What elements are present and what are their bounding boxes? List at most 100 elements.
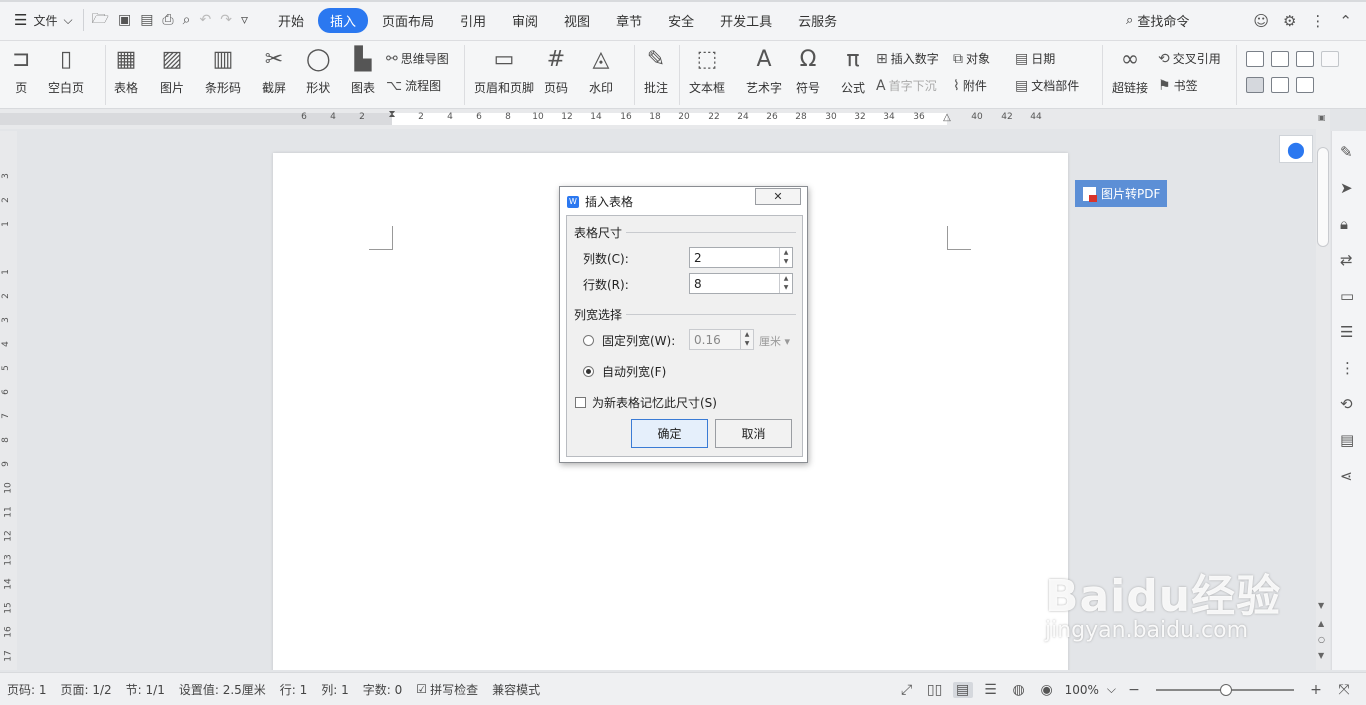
- archive-icon[interactable]: ▭: [1340, 287, 1354, 305]
- print-icon[interactable]: ⎙: [162, 12, 173, 28]
- zoom-slider[interactable]: [1156, 683, 1294, 696]
- flowchart-button[interactable]: ⌥ 流程图: [386, 77, 441, 94]
- scroll-down-icon[interactable]: ▼: [1318, 601, 1324, 610]
- header-footer-button[interactable]: ▭ 页眉和页脚: [474, 47, 534, 96]
- cursor-icon[interactable]: ➤: [1340, 179, 1353, 197]
- tab-view[interactable]: 视图: [552, 8, 602, 33]
- status-pages[interactable]: 页面: 1/2: [61, 681, 112, 698]
- vertical-scrollbar[interactable]: ▣ ▼ ▲ ○ ▼: [1316, 109, 1330, 670]
- screenshot-button[interactable]: ✂ 截屏: [262, 47, 286, 96]
- date-button[interactable]: ▤ 日期: [1015, 50, 1055, 67]
- page-number-button[interactable]: # 页码: [544, 47, 568, 96]
- undo-icon[interactable]: ↶: [199, 12, 211, 28]
- chart-button[interactable]: ▙ 图表: [351, 47, 375, 96]
- collapse-ribbon-icon[interactable]: ⌃: [1339, 12, 1352, 30]
- barcode-button[interactable]: ▥ 条形码: [205, 47, 241, 96]
- tab-chapter[interactable]: 章节: [604, 8, 654, 33]
- spell-check-button[interactable]: ☑ 拼写检查: [416, 681, 478, 698]
- tab-home[interactable]: 开始: [266, 8, 316, 33]
- web-view-icon[interactable]: ◍: [1009, 682, 1029, 698]
- tab-security[interactable]: 安全: [656, 8, 706, 33]
- scrollbar-thumb[interactable]: [1317, 147, 1329, 247]
- columns-value[interactable]: 2: [694, 251, 702, 265]
- date-field-icon[interactable]: [1296, 77, 1314, 93]
- stepper-up-icon[interactable]: ▲: [741, 330, 753, 339]
- watermark-button[interactable]: ◬ 水印: [589, 47, 613, 96]
- zoom-in-icon[interactable]: +: [1306, 682, 1326, 698]
- checkbox-field-icon[interactable]: [1271, 51, 1289, 67]
- image-field-icon[interactable]: [1271, 77, 1289, 93]
- more-icon[interactable]: ⋮: [1310, 12, 1325, 30]
- status-setting[interactable]: 设置值: 2.5厘米: [179, 681, 266, 698]
- eye-protection-icon[interactable]: ◉: [1037, 682, 1057, 698]
- outline-icon[interactable]: ☰: [1340, 323, 1353, 341]
- right-indent-marker-icon[interactable]: △: [943, 112, 951, 123]
- doc-parts-button[interactable]: ▤ 文档部件: [1015, 77, 1079, 94]
- select-browse-icon[interactable]: ○: [1318, 635, 1325, 644]
- vertical-ruler[interactable]: 3 2 1 1 2 3 4 5 6 7 8 9 10 11 12 13 14 1…: [0, 131, 17, 670]
- feedback-icon[interactable]: ☺: [1253, 12, 1269, 30]
- page-dropdown-button[interactable]: ⊐ 页: [12, 47, 30, 96]
- comment-button[interactable]: ✎ 批注: [644, 47, 668, 96]
- horizontal-ruler[interactable]: ⌐ 6 4 2 ⧗ 2 4 6 8 10 12 14 16 18 20 22 2…: [0, 109, 1316, 129]
- cancel-button[interactable]: 取消: [715, 419, 792, 448]
- shape-button[interactable]: ◯ 形状: [306, 47, 331, 96]
- formula-button[interactable]: π 公式: [841, 47, 865, 96]
- export-pdf-icon[interactable]: ▤: [140, 12, 153, 28]
- compat-mode-label[interactable]: 兼容模式: [492, 681, 540, 698]
- insert-picture-button[interactable]: ▨ 图片: [160, 47, 184, 96]
- tab-cloud[interactable]: 云服务: [786, 8, 849, 33]
- stepper-up-icon[interactable]: ▲: [780, 248, 792, 257]
- reading-view-icon[interactable]: ▯▯: [925, 682, 945, 698]
- fixed-width-radio[interactable]: 固定列宽(W):: [583, 332, 675, 349]
- tab-insert[interactable]: 插入: [317, 7, 368, 33]
- history-icon[interactable]: ⟲: [1340, 395, 1353, 413]
- status-section[interactable]: 节: 1/1: [126, 681, 165, 698]
- fullscreen-icon[interactable]: ⤢: [897, 682, 917, 698]
- stepper-down-icon[interactable]: ▼: [780, 283, 792, 292]
- gear-icon[interactable]: ⚙: [1283, 12, 1296, 30]
- status-col[interactable]: 列: 1: [321, 681, 349, 698]
- stepper-up-icon[interactable]: ▲: [780, 274, 792, 283]
- lock-icon[interactable]: 🔒︎: [1340, 215, 1348, 233]
- zoom-out-icon[interactable]: −: [1124, 682, 1144, 698]
- zoom-slider-knob[interactable]: [1220, 683, 1232, 696]
- status-word-count[interactable]: 字数: 0: [363, 681, 403, 698]
- cross-reference-button[interactable]: ⟲ 交叉引用: [1158, 50, 1221, 67]
- auto-width-radio[interactable]: 自动列宽(F): [583, 363, 666, 380]
- fixed-width-value[interactable]: 0.16: [694, 333, 721, 347]
- stepper-down-icon[interactable]: ▼: [741, 339, 753, 348]
- tab-review[interactable]: 审阅: [500, 8, 550, 33]
- scroll-up-icon[interactable]: ▣: [1318, 113, 1326, 122]
- outline-view-icon[interactable]: ☰: [981, 682, 1001, 698]
- list-field-icon[interactable]: [1296, 51, 1314, 67]
- prev-page-icon[interactable]: ▲: [1318, 619, 1324, 628]
- file-menu-button[interactable]: ☰ 文件 ⌵: [0, 0, 83, 40]
- insert-table-button[interactable]: ▦ 表格: [114, 47, 138, 96]
- rows-stepper[interactable]: 8 ▲ ▼: [689, 273, 793, 294]
- chevron-down-icon[interactable]: ⌵: [1107, 682, 1116, 697]
- rows-value[interactable]: 8: [694, 277, 702, 291]
- zoom-level[interactable]: 100%: [1065, 683, 1099, 697]
- wordart-button[interactable]: A 艺术字: [746, 47, 782, 96]
- tab-page-layout[interactable]: 页面布局: [370, 8, 446, 33]
- page-view-icon[interactable]: ▤: [952, 681, 973, 698]
- fixed-width-stepper[interactable]: 0.16 ▲ ▼: [689, 329, 754, 350]
- blank-page-button[interactable]: ▯ 空白页: [48, 47, 84, 96]
- print-preview-icon[interactable]: ⌕: [183, 12, 191, 28]
- object-button[interactable]: ⧉ 对象: [953, 50, 990, 67]
- tab-developer[interactable]: 开发工具: [708, 8, 784, 33]
- insert-number-button[interactable]: ⊞ 插入数字: [876, 50, 939, 67]
- unit-dropdown[interactable]: 厘米 ▾: [759, 333, 790, 349]
- symbol-button[interactable]: Ω 符号: [796, 47, 820, 96]
- remember-size-checkbox[interactable]: 为新表格记忆此尺寸(S): [575, 394, 717, 411]
- search-command[interactable]: ⌕ 查找命令: [1126, 11, 1189, 30]
- status-row[interactable]: 行: 1: [280, 681, 308, 698]
- columns-stepper[interactable]: 2 ▲ ▼: [689, 247, 793, 268]
- mindmap-button[interactable]: ⚯ 思维导图: [386, 50, 449, 67]
- pen-icon[interactable]: ✎: [1340, 143, 1353, 161]
- collapse-icon[interactable]: ⋮: [1340, 359, 1355, 377]
- ok-button[interactable]: 确定: [631, 419, 708, 448]
- textbox-button[interactable]: ⬚ 文本框: [689, 47, 725, 96]
- stepper-down-icon[interactable]: ▼: [780, 257, 792, 266]
